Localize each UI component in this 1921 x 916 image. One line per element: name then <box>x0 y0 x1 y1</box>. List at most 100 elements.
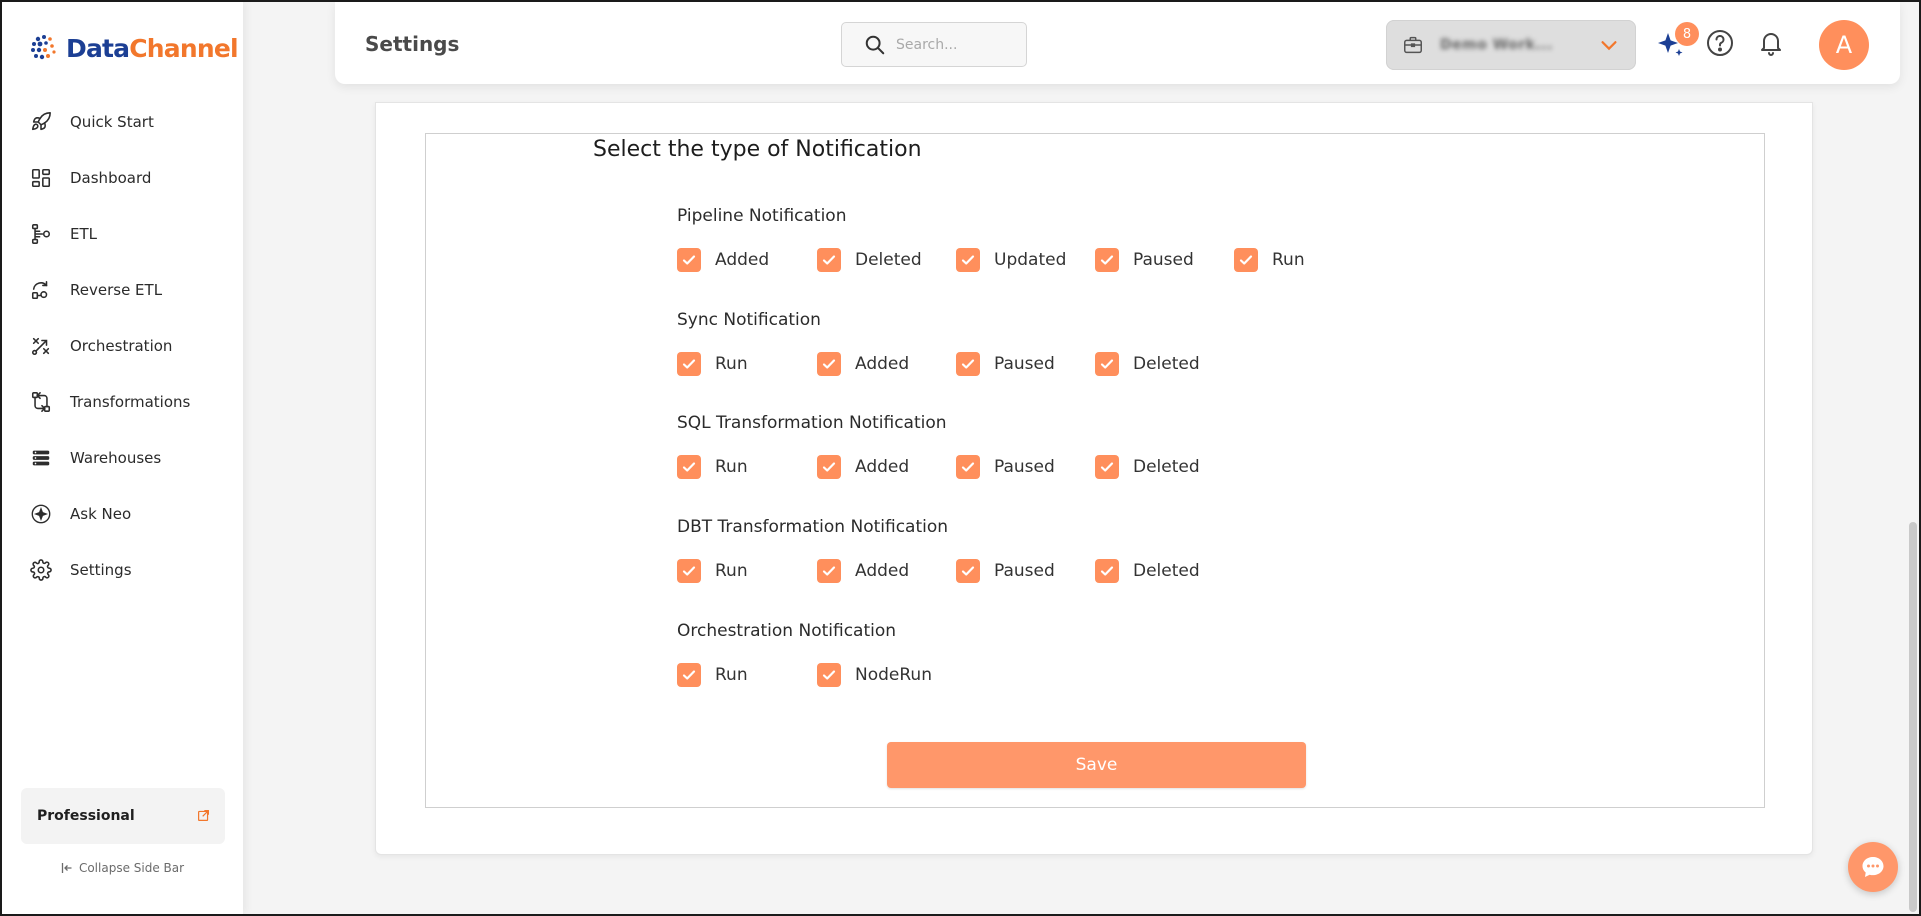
collapse-sidebar-button[interactable]: Collapse Side Bar <box>2 861 243 875</box>
checkbox-pipeline-deleted[interactable]: Deleted <box>817 248 922 272</box>
chat-bubble-icon <box>1862 857 1884 877</box>
checkbox-checked-icon[interactable] <box>677 559 701 583</box>
page-scrollbar[interactable] <box>1909 522 1917 912</box>
checkbox-checked-icon[interactable] <box>677 248 701 272</box>
sidebar-item-settings[interactable]: Settings <box>2 542 243 598</box>
checkbox-pipeline-updated[interactable]: Updated <box>956 248 1066 272</box>
reverse-etl-icon <box>31 280 48 300</box>
warehouses-icon <box>32 450 50 466</box>
checkbox-checked-icon[interactable] <box>1095 352 1119 376</box>
sidebar-item-dashboard[interactable]: Dashboard <box>2 150 243 206</box>
sidebar-item-label: Reverse ETL <box>70 281 163 299</box>
checkbox-checked-icon[interactable] <box>1095 559 1119 583</box>
sidebar-item-etl[interactable]: ETL <box>2 206 243 262</box>
checkbox-label: Deleted <box>1133 457 1200 477</box>
checkbox-sql-paused[interactable]: Paused <box>956 455 1055 479</box>
checkbox-checked-icon[interactable] <box>817 352 841 376</box>
group-title: Sync Notification <box>677 310 821 330</box>
sidebar-item-label: Dashboard <box>70 169 152 187</box>
checkbox-sql-run[interactable]: Run <box>677 455 748 479</box>
collapse-sidebar-label: Collapse Side Bar <box>78 861 185 875</box>
checkbox-label: Added <box>855 457 910 477</box>
sidebar-item-label: Warehouses <box>70 449 162 467</box>
checkbox-pipeline-run[interactable]: Run <box>1234 248 1305 272</box>
checkbox-pipeline-paused[interactable]: Paused <box>1095 248 1194 272</box>
checkbox-orchestration-run[interactable]: Run <box>677 663 748 687</box>
checkbox-orchestration-noderun[interactable]: NodeRun <box>817 663 932 687</box>
checkbox-checked-icon[interactable] <box>817 455 841 479</box>
checkbox-checked-icon[interactable] <box>677 455 701 479</box>
sidebar-item-label: Quick Start <box>70 113 154 131</box>
workspace-name: Demo Work... <box>1440 37 1553 53</box>
checkbox-sync-paused[interactable]: Paused <box>956 352 1055 376</box>
checkbox-checked-icon[interactable] <box>817 559 841 583</box>
checkbox-label: Run <box>715 354 748 374</box>
checkbox-dbt-added[interactable]: Added <box>817 559 909 583</box>
checkbox-sync-run[interactable]: Run <box>677 352 748 376</box>
checkbox-dbt-paused[interactable]: Paused <box>956 559 1055 583</box>
settings-card: Select the type of Notification Pipeline… <box>375 102 1813 855</box>
notification-settings-panel: Select the type of Notification Pipeline… <box>425 133 1765 808</box>
checkbox-label: Deleted <box>855 250 922 270</box>
sidebar-item-transformations[interactable]: Transformations <box>2 374 243 430</box>
datachannel-logo[interactable]: DataChannel <box>28 32 239 64</box>
checkbox-sql-deleted[interactable]: Deleted <box>1095 455 1200 479</box>
external-link-icon[interactable] <box>197 807 210 826</box>
search-box[interactable] <box>841 22 1027 67</box>
group-title: Orchestration Notification <box>677 621 897 641</box>
notification-group-pipeline: Pipeline Notification Added Deleted Upda… <box>677 206 1305 272</box>
checkbox-dbt-run[interactable]: Run <box>677 559 748 583</box>
sidebar-item-quick-start[interactable]: Quick Start <box>2 94 243 150</box>
top-header: Settings Demo Work... 8 A <box>335 2 1900 84</box>
sidebar-item-label: Ask Neo <box>70 505 132 523</box>
checkbox-label: Deleted <box>1133 354 1200 374</box>
chat-support-button[interactable] <box>1848 842 1898 892</box>
checkbox-checked-icon[interactable] <box>956 248 980 272</box>
plan-card: Professional <box>21 788 225 844</box>
checkbox-checked-icon[interactable] <box>956 455 980 479</box>
sidebar-item-label: ETL <box>70 225 97 243</box>
rocket-icon <box>31 112 51 131</box>
checkbox-checked-icon[interactable] <box>817 663 841 687</box>
checkbox-sync-added[interactable]: Added <box>817 352 909 376</box>
save-button[interactable]: Save <box>887 742 1306 788</box>
notification-group-dbt-transformation: DBT Transformation Notification Run Adde… <box>677 517 1200 583</box>
sidebar-item-warehouses[interactable]: Warehouses <box>2 430 243 486</box>
sidebar-item-orchestration[interactable]: Orchestration <box>2 318 243 374</box>
search-icon <box>865 35 885 54</box>
chevron-down-icon <box>1601 41 1617 51</box>
bell-icon[interactable] <box>1756 28 1786 58</box>
sidebar-item-reverse-etl[interactable]: Reverse ETL <box>2 262 243 318</box>
checkbox-checked-icon[interactable] <box>1095 248 1119 272</box>
workspace-selector[interactable]: Demo Work... <box>1386 20 1636 70</box>
checkbox-label: Run <box>715 665 748 685</box>
search-input[interactable] <box>896 36 1016 53</box>
sidebar: DataChannel Quick Start Dashboard ETL Re… <box>2 2 243 914</box>
user-avatar[interactable]: A <box>1819 20 1869 70</box>
sidebar-item-label: Settings <box>70 561 132 579</box>
sidebar-item-ask-neo[interactable]: Ask Neo <box>2 486 243 542</box>
checkbox-checked-icon[interactable] <box>677 352 701 376</box>
gear-icon <box>30 559 52 581</box>
brand-name: DataChannel <box>66 34 239 63</box>
notification-group-sync: Sync Notification Run Added Paused Delet… <box>677 310 1200 376</box>
checkbox-label: Paused <box>994 457 1055 477</box>
checkbox-checked-icon[interactable] <box>677 663 701 687</box>
collapse-arrow-icon <box>61 863 72 873</box>
checkbox-checked-icon[interactable] <box>817 248 841 272</box>
ai-notification-badge: 8 <box>1675 22 1699 46</box>
transformations-icon <box>31 392 51 412</box>
checkbox-pipeline-added[interactable]: Added <box>677 248 769 272</box>
checkbox-label: Deleted <box>1133 561 1200 581</box>
checkbox-sync-deleted[interactable]: Deleted <box>1095 352 1200 376</box>
checkbox-checked-icon[interactable] <box>1095 455 1119 479</box>
checkbox-checked-icon[interactable] <box>956 352 980 376</box>
checkbox-sql-added[interactable]: Added <box>817 455 909 479</box>
checkbox-checked-icon[interactable] <box>956 559 980 583</box>
group-title: Pipeline Notification <box>677 206 847 226</box>
help-icon[interactable] <box>1705 28 1735 58</box>
checkbox-dbt-deleted[interactable]: Deleted <box>1095 559 1200 583</box>
sidebar-nav: Quick Start Dashboard ETL Reverse ETL Or… <box>2 94 243 598</box>
checkbox-checked-icon[interactable] <box>1234 248 1258 272</box>
section-title: Select the type of Notification <box>593 137 922 162</box>
